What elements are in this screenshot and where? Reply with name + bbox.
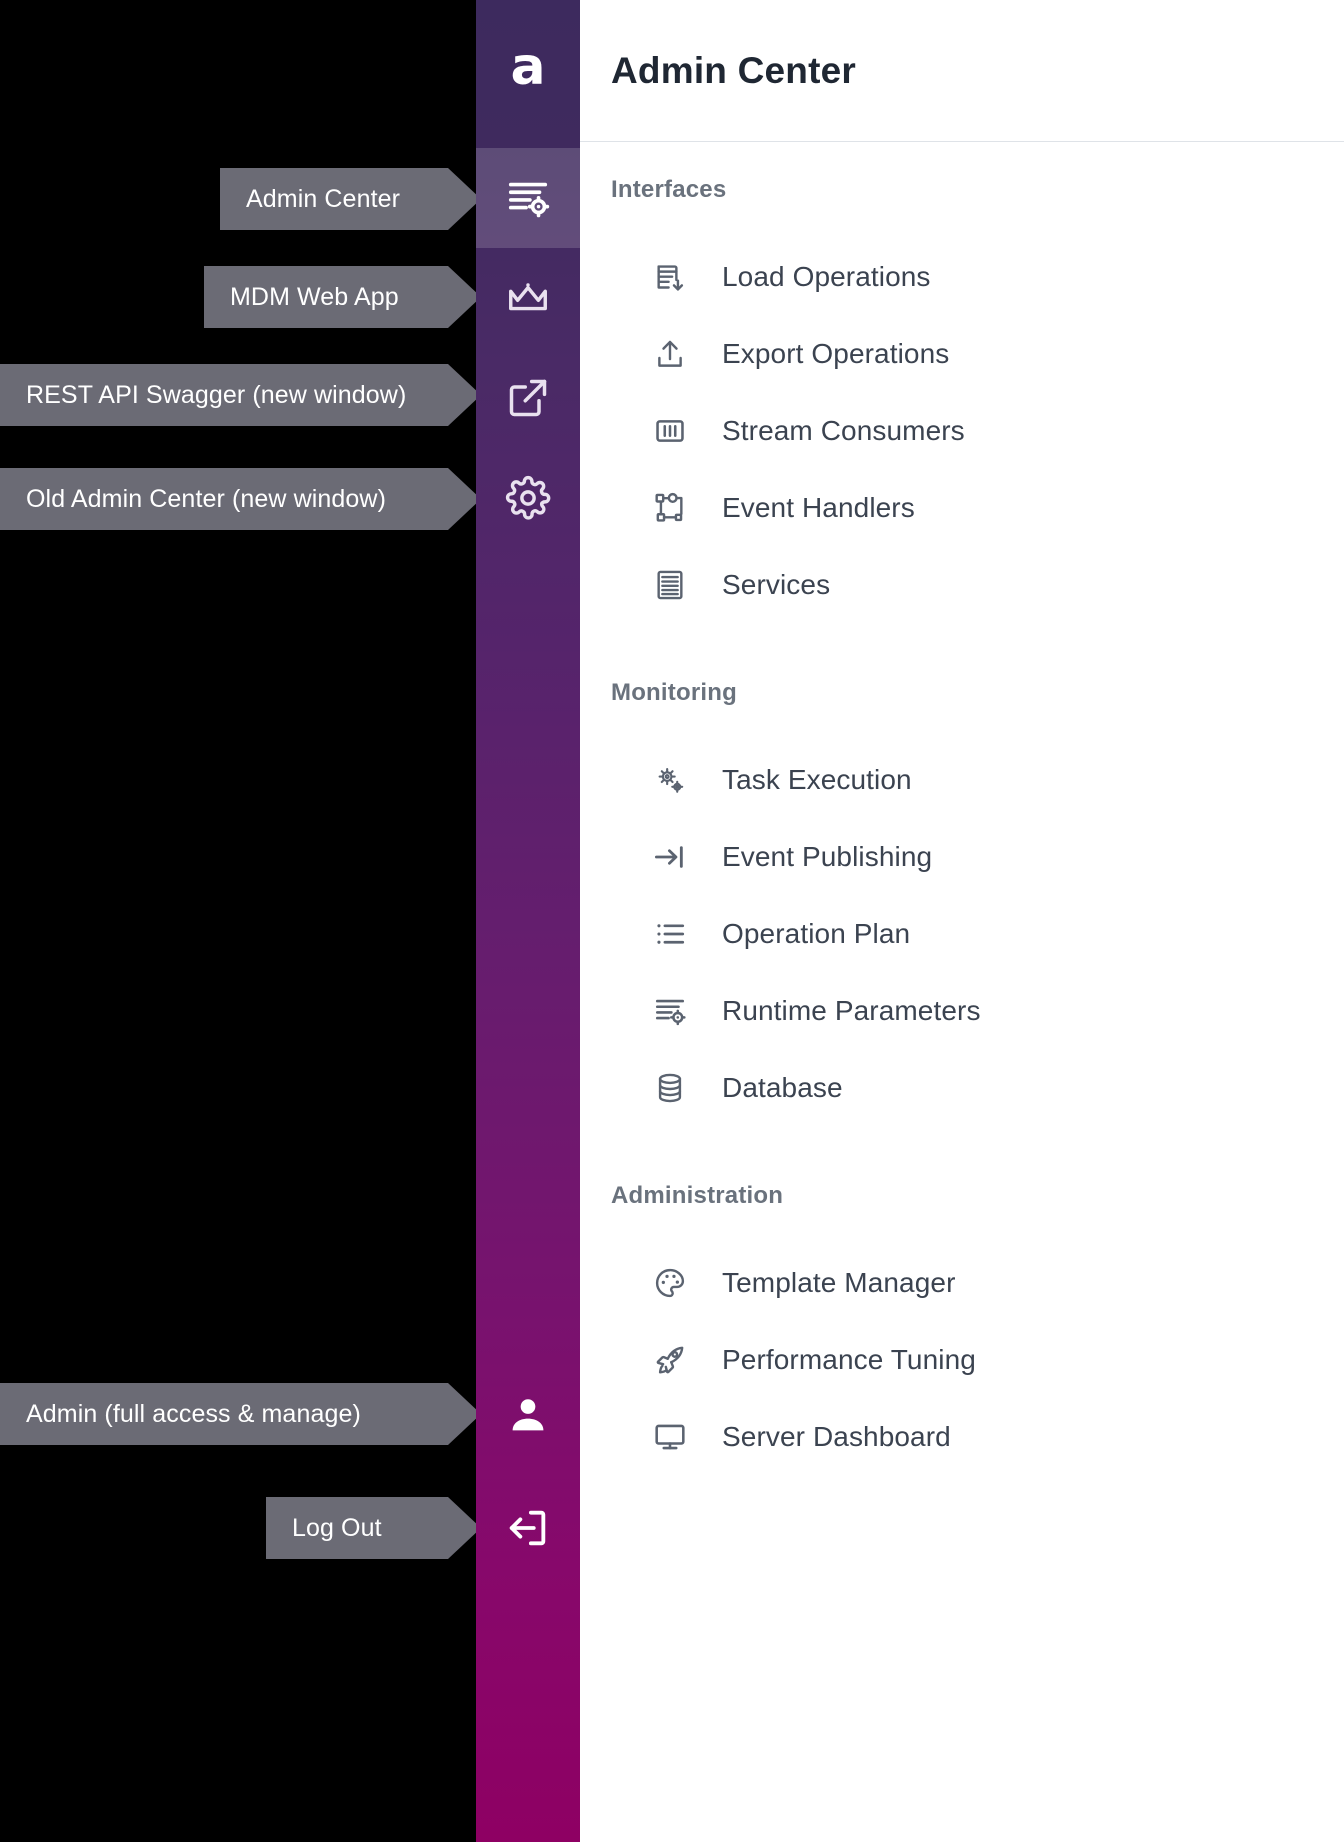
menu-item-event-publishing[interactable]: Event Publishing [580,818,1344,895]
rocket-icon [650,1340,690,1380]
callout-label: Log Out [292,1513,382,1542]
callout-mdm-web-app: MDM Web App [204,266,481,328]
menu-item-runtime-parameters[interactable]: Runtime Parameters [580,972,1344,1049]
section-monitoring: Monitoring Task Execution Event Publishi… [580,679,1344,1126]
menu-item-label: Event Handlers [722,491,915,523]
list-settings-icon [650,991,690,1031]
database-icon [650,1068,690,1108]
database-download-icon [650,257,690,297]
menu-item-label: Export Operations [722,337,950,369]
section-items: Template Manager Performance Tuning Serv… [580,1244,1344,1475]
screenshot-root: Admin Center MDM Web App REST API Swagge… [0,0,1344,1842]
rail-mdm-web-app[interactable] [476,248,580,348]
panel-header: Admin Center [580,0,1344,142]
menu-item-services[interactable]: Services [580,546,1344,623]
menu-item-load-operations[interactable]: Load Operations [580,238,1344,315]
rail-old-admin-center[interactable] [476,448,580,548]
crown-icon [505,275,551,321]
menu-item-label: Operation Plan [722,917,911,949]
gear-icon [505,475,551,521]
menu-item-database[interactable]: Database [580,1049,1344,1126]
logout-icon [505,1505,551,1551]
menu-item-performance-tuning[interactable]: Performance Tuning [580,1321,1344,1398]
rail-admin-user[interactable] [476,1365,580,1465]
menu-item-task-execution[interactable]: Task Execution [580,741,1344,818]
rail-log-out[interactable] [476,1478,580,1578]
menu-item-label: Stream Consumers [722,414,965,446]
admin-center-panel: Admin Center Interfaces Load Operations … [580,0,1344,1842]
section-title: Interfaces [611,176,727,203]
menu-list: Interfaces Load Operations Export Operat… [580,142,1344,1475]
page-title: Admin Center [611,49,856,91]
menu-item-event-handlers[interactable]: Event Handlers [580,469,1344,546]
section-administration: Administration Template Manager Performa… [580,1182,1344,1475]
alto-logo-icon: a [510,37,546,97]
callout-label: Admin (full access & manage) [26,1399,361,1428]
person-icon [506,1393,550,1437]
upload-icon [650,334,690,374]
section-title: Administration [611,1182,784,1209]
menu-item-export-operations[interactable]: Export Operations [580,315,1344,392]
section-interfaces: Interfaces Load Operations Export Operat… [580,176,1344,623]
menu-item-label: Event Publishing [722,840,933,872]
menu-item-label: Database [722,1071,843,1103]
menu-item-template-manager[interactable]: Template Manager [580,1244,1344,1321]
section-items: Load Operations Export Operations Stream… [580,238,1344,623]
menu-item-label: Task Execution [722,763,912,795]
callout-label: Admin Center [246,184,401,213]
rail-admin-center[interactable] [476,148,580,248]
list-settings-icon [505,175,551,221]
bullet-list-icon [650,914,690,954]
gears-icon [650,760,690,800]
external-link-icon [506,376,550,420]
callout-label: REST API Swagger (new window) [26,380,407,409]
callout-label: MDM Web App [230,282,399,311]
callout-log-out: Log Out [266,1497,481,1559]
menu-item-label: Services [722,568,831,600]
callout-rest-api-swagger: REST API Swagger (new window) [0,364,481,426]
icon-rail: a [476,0,580,1842]
menu-item-operation-plan[interactable]: Operation Plan [580,895,1344,972]
callout-label: Old Admin Center (new window) [26,484,386,513]
menu-item-server-dashboard[interactable]: Server Dashboard [580,1398,1344,1475]
callout-admin-center: Admin Center [220,168,481,230]
section-items: Task Execution Event Publishing Operatio… [580,741,1344,1126]
rail-rest-api-swagger[interactable] [476,348,580,448]
menu-item-label: Load Operations [722,260,931,292]
event-flow-icon [650,488,690,528]
menu-item-label: Template Manager [722,1266,956,1298]
app-logo: a [476,0,580,142]
menu-item-label: Runtime Parameters [722,994,981,1026]
columns-box-icon [650,411,690,451]
section-title: Monitoring [611,679,737,706]
callout-old-admin-center: Old Admin Center (new window) [0,468,481,530]
server-icon [650,565,690,605]
palette-icon [650,1263,690,1303]
menu-item-stream-consumers[interactable]: Stream Consumers [580,392,1344,469]
monitor-icon [650,1417,690,1457]
callout-admin-user: Admin (full access & manage) [0,1383,481,1445]
arrow-to-bar-icon [650,837,690,877]
menu-item-label: Server Dashboard [722,1420,951,1452]
menu-item-label: Performance Tuning [722,1343,976,1375]
